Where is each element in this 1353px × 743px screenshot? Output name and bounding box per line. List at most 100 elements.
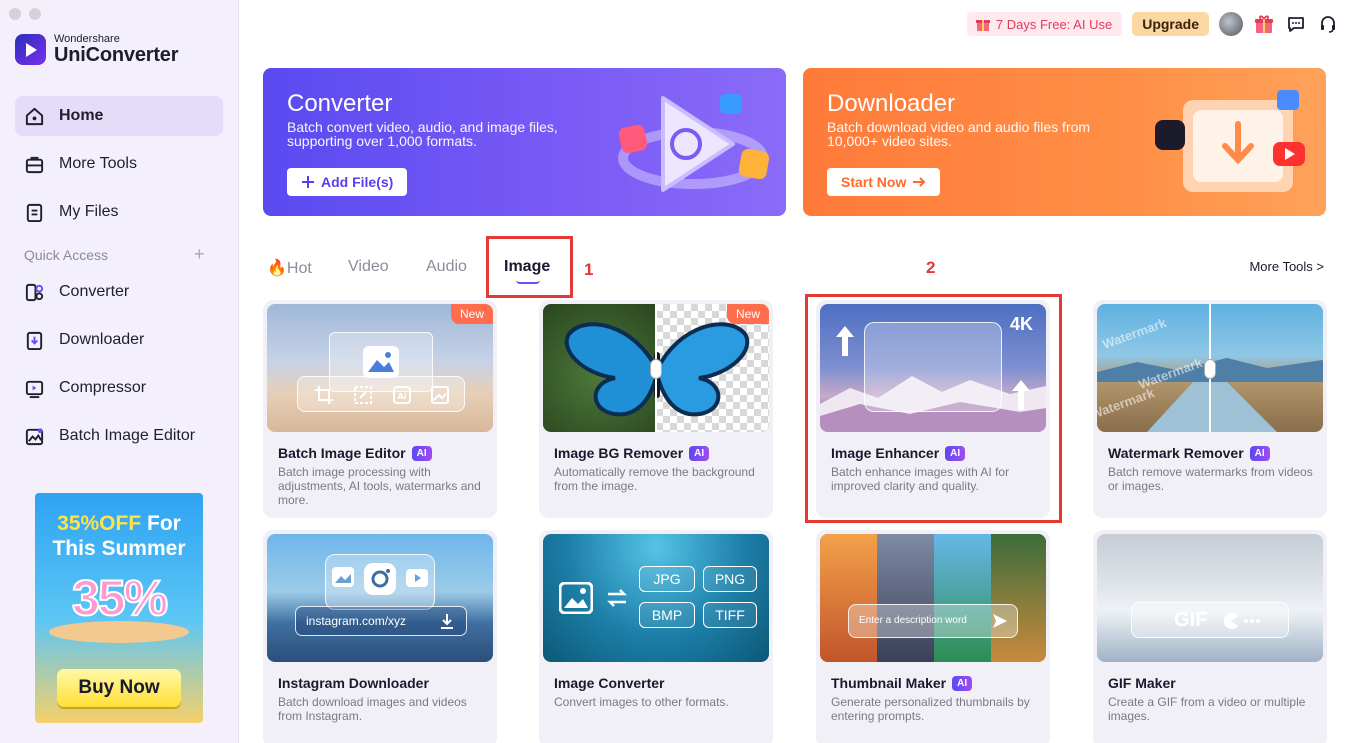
sidebar-item-home[interactable]: Home <box>15 96 223 136</box>
avatar[interactable] <box>1219 12 1243 36</box>
crop-icon <box>315 386 333 404</box>
free-ai-trial-pill[interactable]: 7 Days Free: AI Use <box>966 12 1123 36</box>
card-title-text: Watermark Remover <box>1108 445 1244 461</box>
window-controls <box>9 8 41 20</box>
card-title: Batch Image Editor AI <box>278 445 432 461</box>
card-description: Automatically remove the background from… <box>554 465 755 493</box>
new-badge: New <box>450 304 493 324</box>
tab-audio[interactable]: Audio <box>426 258 467 276</box>
start-now-button[interactable]: Start Now <box>827 168 941 196</box>
annotation-number-1: 1 <box>584 260 594 279</box>
prompt-input-preview: Enter a description word <box>848 604 1018 638</box>
sidebar-item-downloader[interactable]: Downloader <box>15 320 223 360</box>
top-bar: 7 Days Free: AI Use Upgrade <box>966 12 1339 36</box>
card-description: Generate personalized thumbnails by ente… <box>831 695 1030 723</box>
converter-icon <box>25 283 44 301</box>
compressor-icon <box>25 380 44 398</box>
tab-video[interactable]: Video <box>348 258 389 276</box>
gift-box-icon[interactable] <box>1253 13 1275 35</box>
thumbnail-strip-dog <box>991 534 1046 662</box>
sidebar-item-my-files[interactable]: My Files <box>15 192 223 232</box>
card-title: Image Converter <box>554 675 664 691</box>
card-thumbnail-maker[interactable]: Enter a description word Thumbnail Maker… <box>816 530 1050 743</box>
card-thumbnail: Watermark Watermark Watermark <box>1097 304 1323 432</box>
brand: Wondershare UniConverter <box>15 33 178 66</box>
resize-icon <box>354 386 372 404</box>
card-batch-image-editor[interactable]: Ai New Batch Image Editor AI Batch image… <box>263 300 497 518</box>
downloader-illustration-icon <box>1155 90 1305 192</box>
add-files-button[interactable]: Add File(s) <box>287 168 408 196</box>
add-quick-access-icon[interactable]: + <box>194 244 205 265</box>
feedback-icon[interactable] <box>1285 13 1307 35</box>
minimize-window-button[interactable] <box>29 8 41 20</box>
video-clip-icon <box>406 569 428 587</box>
ai-badge: AI <box>689 445 710 461</box>
quick-access-label: Quick Access <box>24 247 109 263</box>
upgrade-button[interactable]: Upgrade <box>1132 12 1209 36</box>
thumbnail-strip-car <box>820 534 877 662</box>
card-instagram-downloader[interactable]: instagram.com/xyz Instagram Downloader B… <box>263 530 497 743</box>
card-description: Batch remove watermarks from videos or i… <box>1108 465 1313 493</box>
plus-icon <box>302 176 314 188</box>
watermark-overlay: Watermark Watermark Watermark <box>1097 304 1210 432</box>
card-title-text: GIF Maker <box>1108 675 1176 691</box>
ai-badge: AI <box>1249 445 1270 461</box>
swap-arrows-icon <box>607 589 627 607</box>
instagram-url-field: instagram.com/xyz <box>295 606 467 636</box>
card-thumbnail: instagram.com/xyz <box>267 534 493 662</box>
uniconverter-logo-icon <box>15 34 46 65</box>
card-image-converter[interactable]: JPG PNG BMP TIFF Image Converter Convert… <box>539 530 773 743</box>
instagram-logo-icon <box>364 563 396 595</box>
converter-banner-title: Converter <box>287 90 393 117</box>
card-title: Watermark Remover AI <box>1108 445 1270 461</box>
compare-slider-handle[interactable] <box>650 359 662 379</box>
sidebar-item-converter[interactable]: Converter <box>15 272 223 312</box>
format-chip-bmp: BMP <box>639 602 695 628</box>
promo-for: For <box>141 512 181 535</box>
ai-badge: AI <box>411 445 432 461</box>
sidebar-item-label: Downloader <box>59 331 145 348</box>
converter-banner[interactable]: Converter Batch convert video, audio, an… <box>263 68 786 216</box>
picture-icon <box>431 386 449 404</box>
card-thumbnail: Enter a description word <box>820 534 1046 662</box>
gif-label-panel: GIF <box>1131 602 1289 638</box>
sidebar-item-compressor[interactable]: Compressor <box>15 368 223 408</box>
close-window-button[interactable] <box>9 8 21 20</box>
tab-hot[interactable]: 🔥Hot <box>267 258 312 278</box>
buy-now-button[interactable]: Buy Now <box>57 669 181 707</box>
image-icon <box>363 346 399 378</box>
more-tools-link[interactable]: More Tools > <box>1249 259 1324 274</box>
compare-slider-handle[interactable] <box>1204 359 1216 379</box>
promo-headline: 35%OFF For This Summer <box>35 511 203 561</box>
annotation-number-2: 2 <box>926 258 936 277</box>
card-watermark-remover[interactable]: Watermark Watermark Watermark Watermark … <box>1093 300 1327 518</box>
support-headset-icon[interactable] <box>1317 13 1339 35</box>
sidebar-item-label: My Files <box>59 203 119 220</box>
sidebar-item-label: Home <box>59 107 104 124</box>
sidebar: Wondershare UniConverter Home More Tools… <box>0 0 239 743</box>
downloader-banner[interactable]: Downloader Batch download video and audi… <box>803 68 1326 216</box>
card-title-text: Thumbnail Maker <box>831 675 947 691</box>
sidebar-item-label: Batch Image Editor <box>59 427 196 444</box>
free-ai-trial-label: 7 Days Free: AI Use <box>995 16 1113 32</box>
card-title-text: Batch Image Editor <box>278 445 406 461</box>
ai-tool-icon: Ai <box>393 386 411 404</box>
card-thumbnail: JPG PNG BMP TIFF <box>543 534 769 662</box>
downloader-banner-title: Downloader <box>827 90 956 117</box>
instagram-url-text: instagram.com/xyz <box>306 614 407 628</box>
sidebar-item-batch-image-editor[interactable]: Batch Image Editor <box>15 416 223 456</box>
card-title: GIF Maker <box>1108 675 1176 691</box>
card-title-text: Image BG Remover <box>554 445 684 461</box>
card-gif-maker[interactable]: GIF GIF Maker Create a GIF from a video … <box>1093 530 1327 743</box>
annotation-box-1 <box>486 236 573 298</box>
card-image-bg-remover[interactable]: New Image BG Remover AI Automatically re… <box>539 300 773 518</box>
tab-hot-label: Hot <box>286 260 312 277</box>
annotation-box-2 <box>805 294 1062 523</box>
sidebar-item-more-tools[interactable]: More Tools <box>15 144 223 184</box>
watermark-text: Watermark <box>1100 315 1169 352</box>
card-title-text: Image Converter <box>554 675 665 691</box>
add-files-label: Add File(s) <box>321 174 394 190</box>
sidebar-item-label: Converter <box>59 283 130 300</box>
new-badge: New <box>726 304 769 324</box>
summer-sale-promo[interactable]: 35%OFF For This Summer 35% Buy Now <box>35 493 203 723</box>
